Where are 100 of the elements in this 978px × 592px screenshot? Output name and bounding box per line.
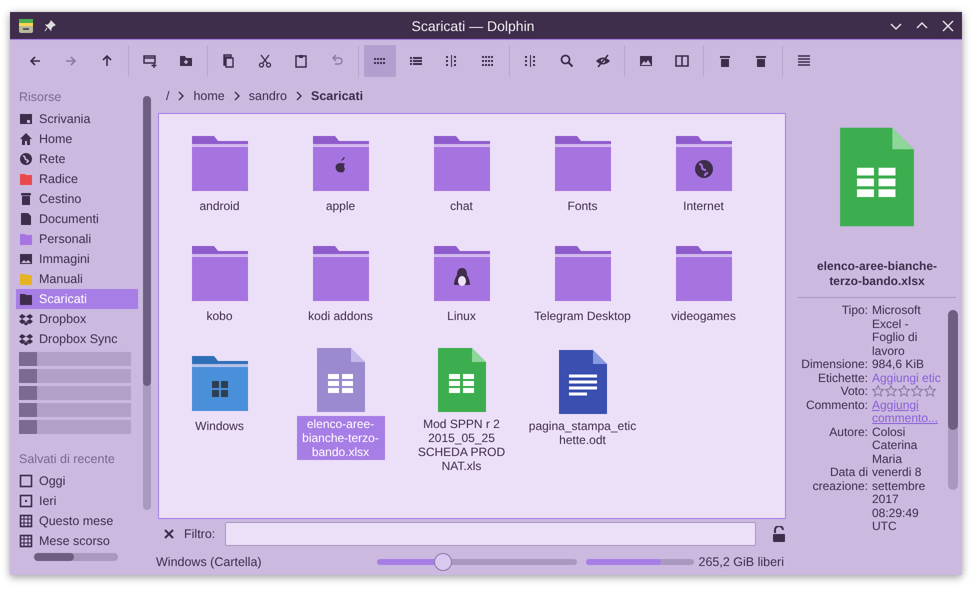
file-name[interactable]: apple [322, 198, 358, 214]
sidebar-item[interactable]: Dropbox Sync [16, 329, 138, 349]
place-icon [19, 172, 33, 186]
file-name[interactable]: Fonts [564, 198, 600, 214]
sidebar-item[interactable]: Cestino [16, 189, 138, 209]
spreadsheet-preview-icon [837, 126, 917, 226]
spreadsheet-icon [436, 348, 488, 412]
breadcrumb-item[interactable]: home [193, 89, 225, 103]
split-view-icon [674, 53, 690, 69]
place-icon [19, 514, 33, 528]
file-name[interactable]: kodi addons [305, 308, 376, 324]
star-icon[interactable] [898, 385, 910, 397]
place-icon [19, 132, 33, 146]
app-icon [18, 18, 34, 34]
new-tab-icon [142, 53, 158, 69]
slider-handle[interactable] [434, 553, 452, 571]
file-name[interactable]: android [196, 198, 243, 214]
chevron-icon [232, 91, 241, 101]
sidebar-item[interactable]: Oggi [16, 471, 138, 491]
sidebar-item[interactable]: Ieri [16, 491, 138, 511]
file-name[interactable]: videogames [668, 308, 739, 324]
grid-icon [480, 53, 496, 69]
sidebar-item[interactable]: Home [16, 129, 138, 149]
field-label: Dimensione: [800, 358, 868, 372]
place-icon [19, 232, 33, 246]
toolbar-button[interactable] [364, 45, 396, 77]
breadcrumb-item[interactable]: / [166, 89, 170, 103]
clipboard-icon [293, 53, 309, 69]
scrollbar[interactable] [34, 553, 118, 561]
place-icon [19, 272, 33, 286]
search-icon [559, 53, 575, 69]
free-space-text: 265,2 GiB liberi [698, 555, 784, 569]
lock-icon[interactable] [772, 526, 786, 542]
file-name[interactable]: Windows [192, 418, 247, 434]
filter-field[interactable] [225, 522, 756, 546]
close-icon[interactable] [164, 529, 174, 539]
sidebar-item[interactable]: Mese scorso [16, 531, 138, 551]
place-icon [19, 332, 33, 346]
trash-icon [753, 53, 769, 69]
place-icon [19, 192, 33, 206]
field-value: venerdi 8 settembre 2017 08:29:49 UTC [872, 465, 926, 533]
place-icon [19, 152, 33, 166]
breadcrumb-item[interactable]: Scaricati [311, 89, 364, 103]
sidebar-item[interactable]: Immagini [16, 249, 138, 269]
file-name[interactable]: Linux [444, 308, 479, 324]
star-icon[interactable] [872, 385, 884, 397]
trash-icon [717, 53, 733, 69]
field-label: Tipo: [840, 304, 868, 319]
status-text: Windows (Cartella) [156, 555, 263, 569]
scrollbar[interactable] [143, 96, 151, 510]
place-icon [19, 474, 33, 488]
star-icon[interactable] [911, 385, 923, 397]
window-title: Scaricati — Dolphin [410, 18, 536, 34]
section-title: Salvati di recente [18, 451, 116, 468]
maximize-icon[interactable] [916, 20, 928, 32]
section-title: Risorse [18, 89, 62, 106]
field-label: Commento: [804, 398, 868, 414]
field-label: Voto: [840, 385, 868, 398]
sidebar-item[interactable]: Rete [16, 149, 138, 169]
image-icon [638, 53, 654, 69]
pin-icon[interactable] [44, 20, 56, 32]
place-icon [19, 212, 33, 226]
spreadsheet-icon [314, 348, 366, 412]
sidebar-item[interactable]: Documenti [16, 209, 138, 229]
scrollbar[interactable] [948, 310, 958, 490]
scissors-icon [257, 53, 273, 69]
document-icon [556, 350, 608, 414]
field-value: Microsoft Excel - Foglio di lavoro [872, 303, 921, 358]
file-name[interactable]: Telegram Desktop [531, 308, 634, 324]
file-name[interactable]: pagina_stampa_etichette.odt [526, 418, 640, 448]
chevron-icon [177, 91, 186, 101]
place-icon [19, 112, 33, 126]
filter-label: Filtro: [184, 527, 216, 541]
field-label: Autore: [828, 426, 868, 440]
file-name[interactable]: Mod SPPN r 2 2015_05_25 SCHEDA PROD NAT.xls [404, 416, 518, 474]
file-name[interactable]: chat [447, 198, 476, 214]
chevron-icon [295, 91, 303, 101]
field-label: Data di creazione: [812, 466, 868, 494]
file-name-heading: elenco-aree-bianche-terzo-bando.xlsx [798, 259, 956, 298]
sidebar-item[interactable]: Manuali [16, 269, 138, 289]
place-icon [19, 252, 33, 266]
eye-slash-icon [595, 53, 611, 69]
menu-icon [796, 53, 812, 69]
place-icon [19, 534, 33, 548]
file-name[interactable]: kobo [203, 308, 236, 324]
field-label: Etichette: [816, 372, 868, 385]
star-icon[interactable] [924, 385, 936, 397]
place-icon [19, 292, 33, 306]
sidebar-item[interactable]: Questo mese [16, 511, 138, 531]
sidebar-item[interactable]: Dropbox [16, 309, 138, 329]
star-icon[interactable] [885, 385, 897, 397]
field-value: 984,6 KiB [872, 357, 924, 371]
breadcrumb-item[interactable]: sandro [248, 89, 287, 103]
new-folder-icon [178, 53, 194, 69]
file-name[interactable]: Internet [680, 198, 727, 214]
place-icon [19, 312, 33, 326]
sidebar-item[interactable]: Personali [16, 229, 138, 249]
place-icon [19, 494, 33, 508]
sidebar-item[interactable]: Radice [16, 169, 138, 189]
sidebar-item[interactable]: Scrivania [16, 109, 138, 129]
